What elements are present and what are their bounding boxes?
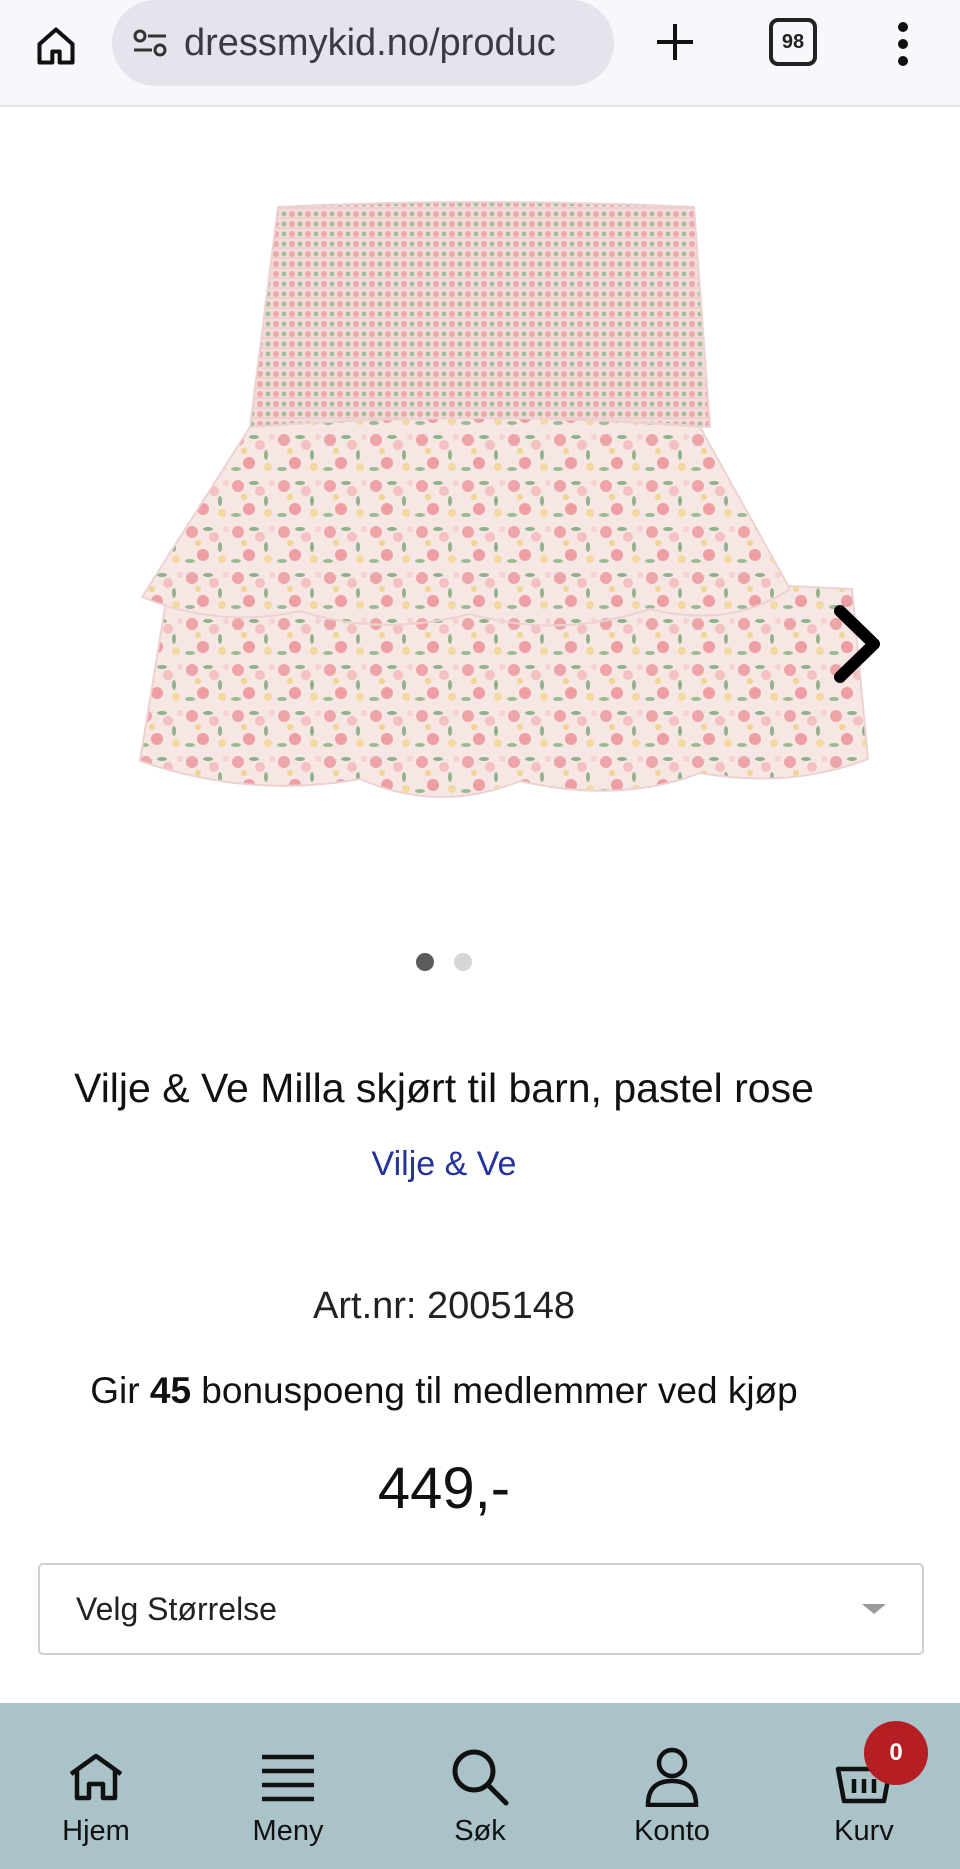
- tab-switcher-button[interactable]: 98: [769, 18, 817, 66]
- search-icon: [448, 1745, 512, 1809]
- brand-link[interactable]: Vilje & Ve: [0, 1145, 924, 1184]
- article-number: Art.nr: 2005148: [313, 1285, 575, 1327]
- nav-item-account[interactable]: Konto: [576, 1703, 768, 1869]
- size-select-label: Velg Størrelse: [76, 1590, 277, 1627]
- product-price: 449,-: [377, 1456, 511, 1521]
- account-icon: [640, 1745, 704, 1809]
- browser-toolbar: dressmykid.no/produc 98: [0, 0, 960, 107]
- bonus-points-value: 45: [149, 1370, 192, 1411]
- gallery-dot-active[interactable]: [416, 953, 434, 971]
- bottom-navigation: Hjem Meny Søk Konto Kurv 0: [0, 1703, 960, 1869]
- address-bar[interactable]: dressmykid.no/produc: [112, 0, 614, 86]
- nav-label-account: Konto: [634, 1815, 710, 1847]
- gallery-dots: [0, 953, 960, 973]
- nav-item-menu[interactable]: Meny: [192, 1703, 384, 1869]
- nav-item-cart[interactable]: Kurv 0: [768, 1703, 960, 1869]
- nav-label-home: Hjem: [62, 1815, 130, 1847]
- new-tab-icon[interactable]: [650, 14, 700, 70]
- size-select[interactable]: Velg Størrelse: [38, 1563, 924, 1655]
- product-image[interactable]: [0, 109, 960, 929]
- home-icon: [64, 1745, 128, 1809]
- site-settings-icon[interactable]: [130, 23, 170, 63]
- bonus-prefix: Gir: [90, 1370, 150, 1411]
- nav-item-search[interactable]: Søk: [384, 1703, 576, 1869]
- more-options-icon[interactable]: [888, 16, 918, 72]
- nav-label-cart: Kurv: [834, 1815, 894, 1847]
- nav-item-home[interactable]: Hjem: [0, 1703, 192, 1869]
- nav-label-menu: Meny: [252, 1815, 324, 1847]
- url-text: dressmykid.no/produc: [184, 21, 556, 64]
- bonus-points-text: Gir 45 bonuspoeng til medlemmer ved kjøp: [0, 1370, 924, 1412]
- menu-icon: [256, 1745, 320, 1809]
- nav-label-search: Søk: [454, 1815, 506, 1847]
- chevron-down-icon: [862, 1604, 886, 1614]
- bonus-suffix: bonuspoeng til medlemmer ved kjøp: [191, 1370, 798, 1411]
- next-image-icon[interactable]: [826, 599, 886, 689]
- browser-home-icon[interactable]: [28, 18, 84, 74]
- product-title: Vilje & Ve Milla skjørt til barn, pastel…: [74, 1065, 814, 1111]
- cart-count-badge: 0: [864, 1721, 928, 1785]
- gallery-dot[interactable]: [454, 953, 472, 971]
